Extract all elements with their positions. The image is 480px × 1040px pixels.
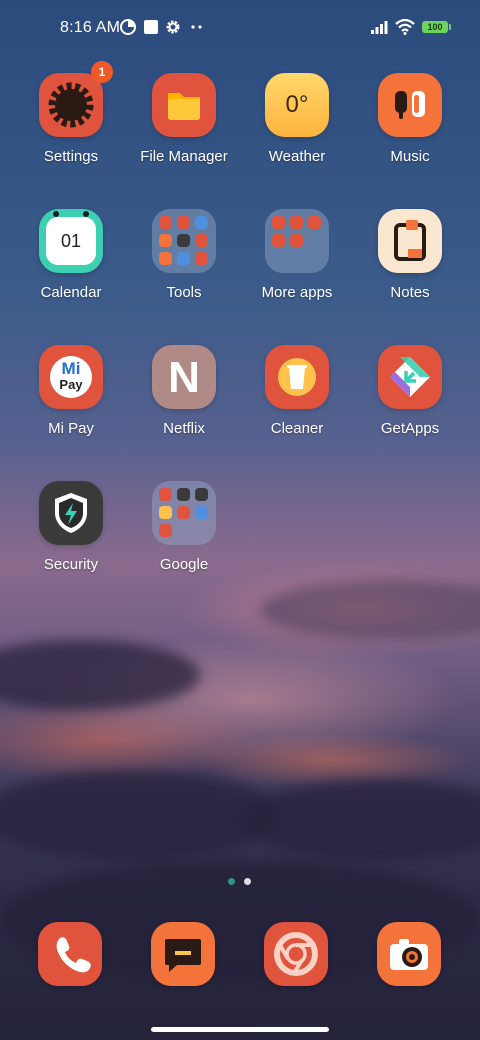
weather-icon: 0° <box>265 73 329 137</box>
app-label: More apps <box>261 284 333 301</box>
folder-icon <box>152 73 216 137</box>
home-gesture-bar[interactable] <box>151 1027 329 1032</box>
getapps-icon <box>378 345 442 409</box>
app-label: Netflix <box>163 420 205 437</box>
app-label: Google <box>159 556 209 573</box>
app-mi-pay[interactable]: Mi Pay Mi Pay <box>14 345 128 437</box>
folder-tools-icon <box>152 209 216 273</box>
calendar-icon: 01 <box>39 209 103 273</box>
app-notes[interactable]: Notes <box>353 209 467 301</box>
more-dots-icon <box>191 25 202 29</box>
cleaner-icon <box>265 345 329 409</box>
security-icon <box>39 481 103 545</box>
calendar-date: 01 <box>60 231 82 251</box>
app-label: Notes <box>390 284 430 301</box>
folder-more-apps-icon <box>265 209 329 273</box>
app-security[interactable]: Security <box>14 481 128 573</box>
app-label: Music <box>390 148 430 165</box>
app-label: GetApps <box>380 420 440 437</box>
app-file-manager[interactable]: File Manager <box>127 73 241 165</box>
page-dot-2 <box>244 878 251 885</box>
dock-chrome[interactable] <box>264 922 328 986</box>
netflix-mark: N <box>168 353 200 402</box>
app-music[interactable]: Music <box>353 73 467 165</box>
folder-tools[interactable]: Tools <box>127 209 241 301</box>
app-label: Cleaner <box>270 420 324 437</box>
app-label: Settings <box>43 148 99 165</box>
folder-more-apps[interactable]: More apps <box>240 209 354 301</box>
gear-icon <box>166 20 180 34</box>
data-saver-icon <box>120 19 136 35</box>
app-label: Mi Pay <box>48 420 94 437</box>
app-calendar[interactable]: 01 Calendar <box>14 209 128 301</box>
square-notification-icon <box>144 20 158 34</box>
page-dot-1 <box>228 878 235 885</box>
music-icon <box>378 73 442 137</box>
camera-icon <box>390 939 428 970</box>
app-settings[interactable]: 1 Settings <box>14 61 128 165</box>
netflix-icon: N <box>152 345 216 409</box>
dock-camera[interactable] <box>377 922 441 986</box>
mi-pay-icon: Mi Pay <box>39 345 103 409</box>
notes-icon <box>378 209 442 273</box>
app-label: Tools <box>166 284 202 301</box>
messages-icon <box>165 939 201 972</box>
app-label: Security <box>43 556 99 573</box>
app-label: Weather <box>268 148 326 165</box>
app-label: File Manager <box>140 148 228 165</box>
status-bar: 8:16 AM 100 <box>0 0 480 56</box>
mi-pay-mark: Mi <box>61 359 81 378</box>
dock-phone[interactable] <box>38 922 102 986</box>
app-weather[interactable]: 0° Weather <box>240 73 354 165</box>
mi-pay-submark: Pay <box>59 377 83 392</box>
folder-google-icon <box>152 481 216 545</box>
app-cleaner[interactable]: Cleaner <box>240 345 354 437</box>
wifi-icon <box>395 18 415 35</box>
app-label: Calendar <box>40 284 102 301</box>
battery-icon: 100 <box>422 21 451 33</box>
chrome-icon <box>274 932 318 976</box>
app-getapps[interactable]: GetApps <box>353 345 467 437</box>
clock: 8:16 AM <box>60 19 121 36</box>
folder-google[interactable]: Google <box>127 481 241 573</box>
dock-messages[interactable] <box>151 922 215 986</box>
settings-icon: 1 <box>39 61 113 137</box>
app-netflix[interactable]: N Netflix <box>127 345 241 437</box>
notification-badge: 1 <box>91 61 113 83</box>
phone-icon <box>56 937 91 973</box>
weather-temperature: 0° <box>285 91 309 118</box>
page-indicator <box>228 878 254 886</box>
signal-icon <box>371 21 388 34</box>
